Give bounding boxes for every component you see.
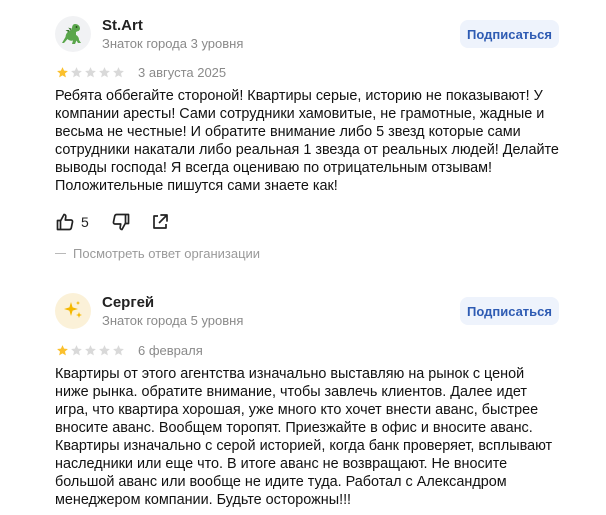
star-icon [85, 67, 96, 78]
rating-stars [56, 344, 125, 357]
star-icon [113, 345, 124, 356]
dash-divider [55, 253, 66, 254]
star-icon [71, 67, 82, 78]
like-button[interactable]: 5 [55, 212, 89, 232]
rating-stars [56, 66, 125, 79]
like-count: 5 [81, 214, 89, 230]
author-name[interactable]: Сергей [102, 294, 154, 311]
review-actions: 5 [55, 212, 169, 232]
review-date: 6 февраля [138, 343, 203, 358]
share-button[interactable] [151, 213, 169, 231]
star-icon [113, 67, 124, 78]
org-reply-link[interactable]: Посмотреть ответ организации [55, 246, 260, 261]
review-date: 3 августа 2025 [138, 65, 227, 80]
share-icon [152, 214, 168, 229]
star-icon [57, 345, 68, 356]
review-text: Квартиры от этого агентства изначально в… [55, 366, 553, 508]
review-text: Ребята оббегайте стороной! Квартиры серы… [55, 88, 559, 194]
avatar[interactable] [55, 293, 91, 329]
org-reply-label: Посмотреть ответ организации [73, 246, 261, 261]
subscribe-button[interactable]: Подписаться [460, 297, 559, 325]
avatar[interactable] [55, 16, 91, 52]
author-level: Знаток города 5 уровня [102, 313, 244, 328]
author-level: Знаток города 3 уровня [102, 36, 244, 51]
star-icon [71, 345, 82, 356]
dinosaur-icon [62, 24, 81, 44]
subscribe-button[interactable]: Подписаться [460, 20, 559, 48]
star-icon [99, 345, 110, 356]
star-icon [57, 67, 68, 78]
dislike-button[interactable] [111, 212, 131, 232]
thumbs-down-icon [112, 213, 130, 231]
sparkles-icon [64, 301, 82, 318]
star-icon [85, 345, 96, 356]
author-name[interactable]: St.Art [102, 17, 143, 34]
thumbs-up-icon [56, 213, 74, 231]
star-icon [99, 67, 110, 78]
